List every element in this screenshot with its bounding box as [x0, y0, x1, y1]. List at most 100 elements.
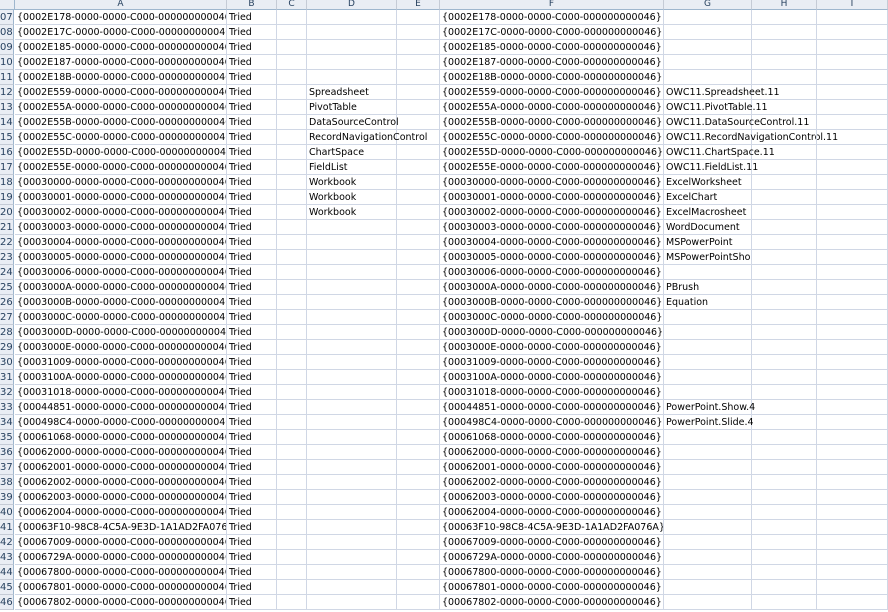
cell-g[interactable]	[664, 550, 752, 565]
cell-h[interactable]	[752, 205, 817, 220]
cell-b[interactable]: Tried	[227, 430, 277, 445]
cell-e[interactable]	[397, 475, 440, 490]
cell-c[interactable]	[277, 310, 307, 325]
cell-g[interactable]	[664, 460, 752, 475]
row-header[interactable]: 16	[0, 145, 14, 160]
cell-f[interactable]: {00031009-0000-0000-C000-000000000046}	[440, 355, 664, 370]
cell-h[interactable]	[752, 595, 817, 610]
cell-g[interactable]	[664, 25, 752, 40]
cell-e[interactable]	[397, 490, 440, 505]
row-header[interactable]: 22	[0, 235, 14, 250]
cell-e[interactable]	[397, 145, 440, 160]
cell-i[interactable]	[817, 520, 888, 535]
column-header-e[interactable]: E	[397, 0, 440, 10]
column-header-f[interactable]: F	[440, 0, 664, 10]
cell-c[interactable]	[277, 70, 307, 85]
cell-a[interactable]: {0003000C-0000-0000-C000-000000000046}	[15, 310, 227, 325]
cell-e[interactable]	[397, 430, 440, 445]
cell-e[interactable]	[397, 535, 440, 550]
cell-i[interactable]	[817, 310, 888, 325]
cell-c[interactable]	[277, 340, 307, 355]
cell-i[interactable]	[817, 55, 888, 70]
cell-c[interactable]	[277, 475, 307, 490]
cell-i[interactable]	[817, 250, 888, 265]
cell-h[interactable]	[752, 160, 817, 175]
cell-h[interactable]	[752, 475, 817, 490]
cell-c[interactable]	[277, 25, 307, 40]
cell-i[interactable]	[817, 115, 888, 130]
cell-a[interactable]: {00067009-0000-0000-C000-000000000046}	[15, 535, 227, 550]
cell-d[interactable]	[307, 40, 397, 55]
cell-i[interactable]	[817, 505, 888, 520]
cell-d[interactable]: FieldList	[307, 160, 397, 175]
cell-a[interactable]: {00061068-0000-0000-C000-000000000046}	[15, 430, 227, 445]
cell-g[interactable]	[664, 595, 752, 610]
cell-c[interactable]	[277, 55, 307, 70]
cell-d[interactable]: Spreadsheet	[307, 85, 397, 100]
cell-c[interactable]	[277, 85, 307, 100]
cell-a[interactable]: {00067800-0000-0000-C000-000000000046}	[15, 565, 227, 580]
cell-c[interactable]	[277, 220, 307, 235]
row-header[interactable]: 44	[0, 565, 14, 580]
cell-c[interactable]	[277, 520, 307, 535]
cell-f[interactable]: {0002E17C-0000-0000-C000-000000000046}	[440, 25, 664, 40]
cell-c[interactable]	[277, 415, 307, 430]
cell-e[interactable]	[397, 325, 440, 340]
cell-b[interactable]: Tried	[227, 175, 277, 190]
cell-h[interactable]	[752, 70, 817, 85]
cell-f[interactable]: {0002E55A-0000-0000-C000-000000000046}	[440, 100, 664, 115]
cell-d[interactable]: Workbook	[307, 190, 397, 205]
row-header[interactable]: 09	[0, 40, 14, 55]
cell-i[interactable]	[817, 550, 888, 565]
cell-f[interactable]: {00030004-0000-0000-C000-000000000046}	[440, 235, 664, 250]
cell-e[interactable]	[397, 220, 440, 235]
cell-f[interactable]: {0003100A-0000-0000-C000-000000000046}	[440, 370, 664, 385]
cell-c[interactable]	[277, 400, 307, 415]
column-header-i[interactable]: I	[817, 0, 888, 10]
cell-h[interactable]	[752, 550, 817, 565]
cell-b[interactable]: Tried	[227, 310, 277, 325]
row-header[interactable]: 40	[0, 505, 14, 520]
cell-a[interactable]: {0002E55B-0000-0000-C000-000000000046}	[15, 115, 227, 130]
cell-g[interactable]	[664, 40, 752, 55]
cell-d[interactable]	[307, 400, 397, 415]
row-header[interactable]: 36	[0, 445, 14, 460]
cell-b[interactable]: Tried	[227, 190, 277, 205]
cell-a[interactable]: {0002E55A-0000-0000-C000-000000000046}	[15, 100, 227, 115]
cell-i[interactable]	[817, 370, 888, 385]
cell-g[interactable]: PowerPoint.Slide.4	[664, 415, 754, 430]
cell-e[interactable]	[397, 265, 440, 280]
cell-h[interactable]	[752, 175, 817, 190]
cell-g[interactable]	[664, 370, 752, 385]
cell-b[interactable]: Tried	[227, 280, 277, 295]
cell-e[interactable]	[397, 100, 440, 115]
cell-g[interactable]	[664, 10, 752, 25]
cell-g[interactable]	[664, 310, 752, 325]
cell-d[interactable]	[307, 340, 397, 355]
cell-h[interactable]	[752, 190, 817, 205]
row-header[interactable]: 26	[0, 295, 14, 310]
cell-h[interactable]	[752, 505, 817, 520]
cell-g[interactable]	[664, 340, 752, 355]
cell-g[interactable]	[664, 535, 752, 550]
cell-e[interactable]	[397, 445, 440, 460]
cell-c[interactable]	[277, 505, 307, 520]
cell-a[interactable]: {00063F10-98C8-4C5A-9E3D-1A1AD2FA076A}	[15, 520, 227, 535]
cell-b[interactable]: Tried	[227, 445, 277, 460]
row-header[interactable]: 11	[0, 70, 14, 85]
cell-g[interactable]	[664, 505, 752, 520]
cell-i[interactable]	[817, 175, 888, 190]
cell-h[interactable]	[752, 355, 817, 370]
cell-e[interactable]	[397, 70, 440, 85]
cell-c[interactable]	[277, 430, 307, 445]
cell-i[interactable]	[817, 100, 888, 115]
cell-h[interactable]	[752, 520, 817, 535]
cell-f[interactable]: {00062000-0000-0000-C000-000000000046}	[440, 445, 664, 460]
cell-c[interactable]	[277, 160, 307, 175]
cell-i[interactable]	[817, 280, 888, 295]
column-header-c[interactable]: C	[277, 0, 307, 10]
cell-c[interactable]	[277, 565, 307, 580]
cell-b[interactable]: Tried	[227, 115, 277, 130]
cell-e[interactable]	[397, 295, 440, 310]
cell-g[interactable]: MSPowerPoint	[664, 235, 752, 250]
